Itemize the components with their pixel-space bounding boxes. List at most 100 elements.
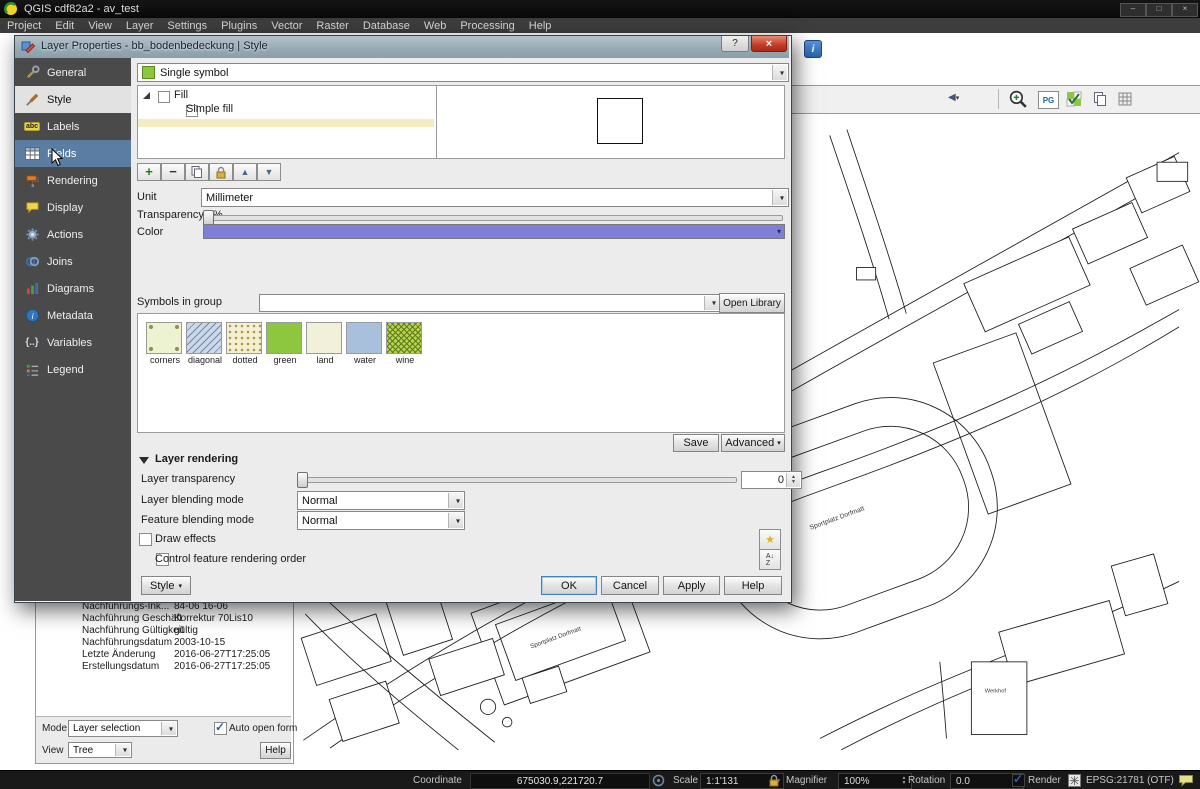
ok-button[interactable]: OK — [541, 576, 597, 595]
open-library-button[interactable]: Open Library — [719, 293, 785, 313]
layer-blending-select[interactable]: Normal — [297, 491, 465, 510]
style-menu-button[interactable]: Style ▾ — [141, 576, 191, 595]
history-back-dropdown-icon[interactable]: ◀▾ — [948, 92, 959, 103]
customize-effects-button[interactable]: ★ — [759, 529, 781, 550]
sidebar-item-metadata[interactable]: i Metadata — [15, 302, 131, 329]
postgis-icon[interactable]: PG — [1038, 91, 1059, 109]
layer-rendering-header[interactable]: Layer rendering — [155, 453, 238, 465]
layer-transparency-slider[interactable] — [297, 477, 737, 483]
remove-symbol-layer-button[interactable]: − — [161, 163, 185, 181]
move-down-button[interactable]: ▼ — [257, 163, 281, 181]
menu-help[interactable]: Help — [522, 20, 559, 32]
duplicate-symbol-layer-button[interactable] — [185, 163, 209, 181]
tree-item-fill[interactable]: Fill — [174, 89, 188, 101]
lock-icon — [215, 166, 227, 179]
messages-bubble-icon[interactable] — [1178, 774, 1194, 787]
sidebar-item-rendering[interactable]: Rendering — [15, 167, 131, 194]
save-symbol-button[interactable]: Save — [673, 434, 719, 452]
apply-button[interactable]: Apply — [663, 576, 720, 595]
attribute-row[interactable]: Nachführung Gültigkeit gültig — [82, 625, 198, 636]
help-button[interactable]: Help — [724, 576, 782, 595]
attribute-row[interactable]: Erstellungsdatum 2016-06-27T17:25:05 — [82, 661, 270, 672]
check-layers-icon[interactable] — [1066, 91, 1082, 107]
layer-transparency-slider-handle[interactable] — [297, 472, 308, 488]
menu-layer[interactable]: Layer — [119, 20, 161, 32]
sidebar-item-labels[interactable]: abc Labels — [15, 113, 131, 140]
symbol-item[interactable]: green — [266, 322, 304, 365]
crs-status-label[interactable]: EPSG:21781 (OTF) — [1086, 775, 1174, 786]
menu-settings[interactable]: Settings — [160, 20, 214, 32]
sidebar-item-display[interactable]: Display — [15, 194, 131, 221]
identify-help-button[interactable]: Help — [260, 742, 291, 759]
sidebar-item-diagrams[interactable]: Diagrams — [15, 275, 131, 302]
crs-icon[interactable] — [1068, 774, 1081, 787]
magnifier-spinbox[interactable]: 100% ▲▼ — [838, 773, 912, 789]
attribute-row[interactable]: Letzte Änderung 2016-06-27T17:25:05 — [82, 649, 270, 660]
grid-icon[interactable] — [1118, 92, 1132, 106]
color-button[interactable]: ▾ — [203, 224, 785, 239]
maximize-button[interactable]: □ — [1146, 3, 1172, 17]
symbol-item[interactable]: dotted — [226, 322, 264, 365]
transparency-slider[interactable] — [203, 215, 783, 221]
dialog-help-button[interactable]: ? — [721, 36, 749, 52]
menu-view[interactable]: View — [81, 20, 119, 32]
dialog-close-button[interactable]: × — [751, 36, 787, 52]
define-order-button[interactable]: A↓Z — [759, 549, 781, 570]
move-up-button[interactable]: ▲ — [233, 163, 257, 181]
minimize-button[interactable]: – — [1120, 3, 1146, 17]
window-titlebar[interactable]: QGIS cdf82a2 - av_test – □ × — [0, 0, 1200, 18]
menu-raster[interactable]: Raster — [309, 20, 355, 32]
view-select[interactable]: Tree — [68, 742, 132, 758]
sidebar-item-general[interactable]: General — [15, 59, 131, 86]
spin-arrows-icon[interactable]: ▲▼ — [786, 473, 800, 487]
control-rendering-order-label: Control feature rendering order — [155, 553, 306, 565]
menu-vector[interactable]: Vector — [264, 20, 309, 32]
attribute-row[interactable]: Nachführung Geschäft Korrektur 70Lis10 — [82, 613, 253, 624]
duplicate-layer-icon[interactable] — [1092, 91, 1108, 107]
symbol-item[interactable]: water — [346, 322, 384, 365]
cancel-button[interactable]: Cancel — [601, 576, 659, 595]
tree-expander-icon[interactable] — [143, 92, 150, 99]
menu-database[interactable]: Database — [356, 20, 417, 32]
layer-blending-label: Layer blending mode — [141, 494, 244, 506]
symbols-group-select[interactable] — [259, 294, 721, 312]
unit-select[interactable]: Millimeter — [201, 188, 789, 207]
close-button[interactable]: × — [1172, 3, 1198, 17]
sidebar-item-actions[interactable]: Actions — [15, 221, 131, 248]
layer-transparency-spinbox[interactable]: 0 ▲▼ — [741, 471, 802, 489]
feature-blending-select[interactable]: Normal — [297, 511, 465, 530]
sidebar-item-variables[interactable]: {..} Variables — [15, 329, 131, 356]
menu-edit[interactable]: Edit — [48, 20, 81, 32]
advanced-button[interactable]: Advanced ▾ — [721, 434, 785, 452]
coordinate-input[interactable]: 675030.9,221720.7 — [470, 773, 650, 789]
symbol-item[interactable]: corners — [146, 322, 184, 365]
attribute-row[interactable]: Nachführungsdatum 2003-10-15 — [82, 637, 225, 648]
zoom-icon[interactable] — [1008, 89, 1029, 110]
auto-open-form-checkbox[interactable] — [214, 722, 227, 735]
mouse-position-icon[interactable] — [652, 774, 665, 787]
tree-item-simple-fill[interactable]: Simple fill — [186, 103, 233, 115]
symbol-item[interactable]: land — [306, 322, 344, 365]
sidebar-item-joins[interactable]: Joins — [15, 248, 131, 275]
menu-processing[interactable]: Processing — [453, 20, 521, 32]
renderer-select[interactable]: Single symbol — [137, 63, 789, 82]
dialog-titlebar[interactable]: Layer Properties - bb_bodenbedeckung | S… — [15, 36, 789, 58]
render-checkbox[interactable] — [1012, 774, 1025, 787]
mode-select[interactable]: Layer selection — [68, 720, 178, 737]
collapse-arrow-icon[interactable] — [139, 457, 149, 464]
menu-web[interactable]: Web — [417, 20, 453, 32]
sidebar-item-fields[interactable]: Fields — [15, 140, 131, 167]
sidebar-item-legend[interactable]: Legend — [15, 356, 131, 383]
lock-scale-icon[interactable] — [768, 774, 780, 787]
sidebar-item-style[interactable]: Style — [15, 86, 131, 113]
symbol-name: wine — [386, 355, 424, 365]
menu-project[interactable]: Project — [0, 20, 48, 32]
symbol-item[interactable]: diagonal — [186, 322, 224, 365]
menu-plugins[interactable]: Plugins — [214, 20, 264, 32]
add-symbol-layer-button[interactable]: + — [137, 163, 161, 181]
symbol-item[interactable]: wine — [386, 322, 424, 365]
lock-color-button[interactable] — [209, 163, 233, 181]
fill-checkbox[interactable] — [158, 91, 170, 103]
plugin-icon[interactable]: i — [804, 40, 822, 58]
draw-effects-checkbox[interactable] — [139, 533, 152, 546]
